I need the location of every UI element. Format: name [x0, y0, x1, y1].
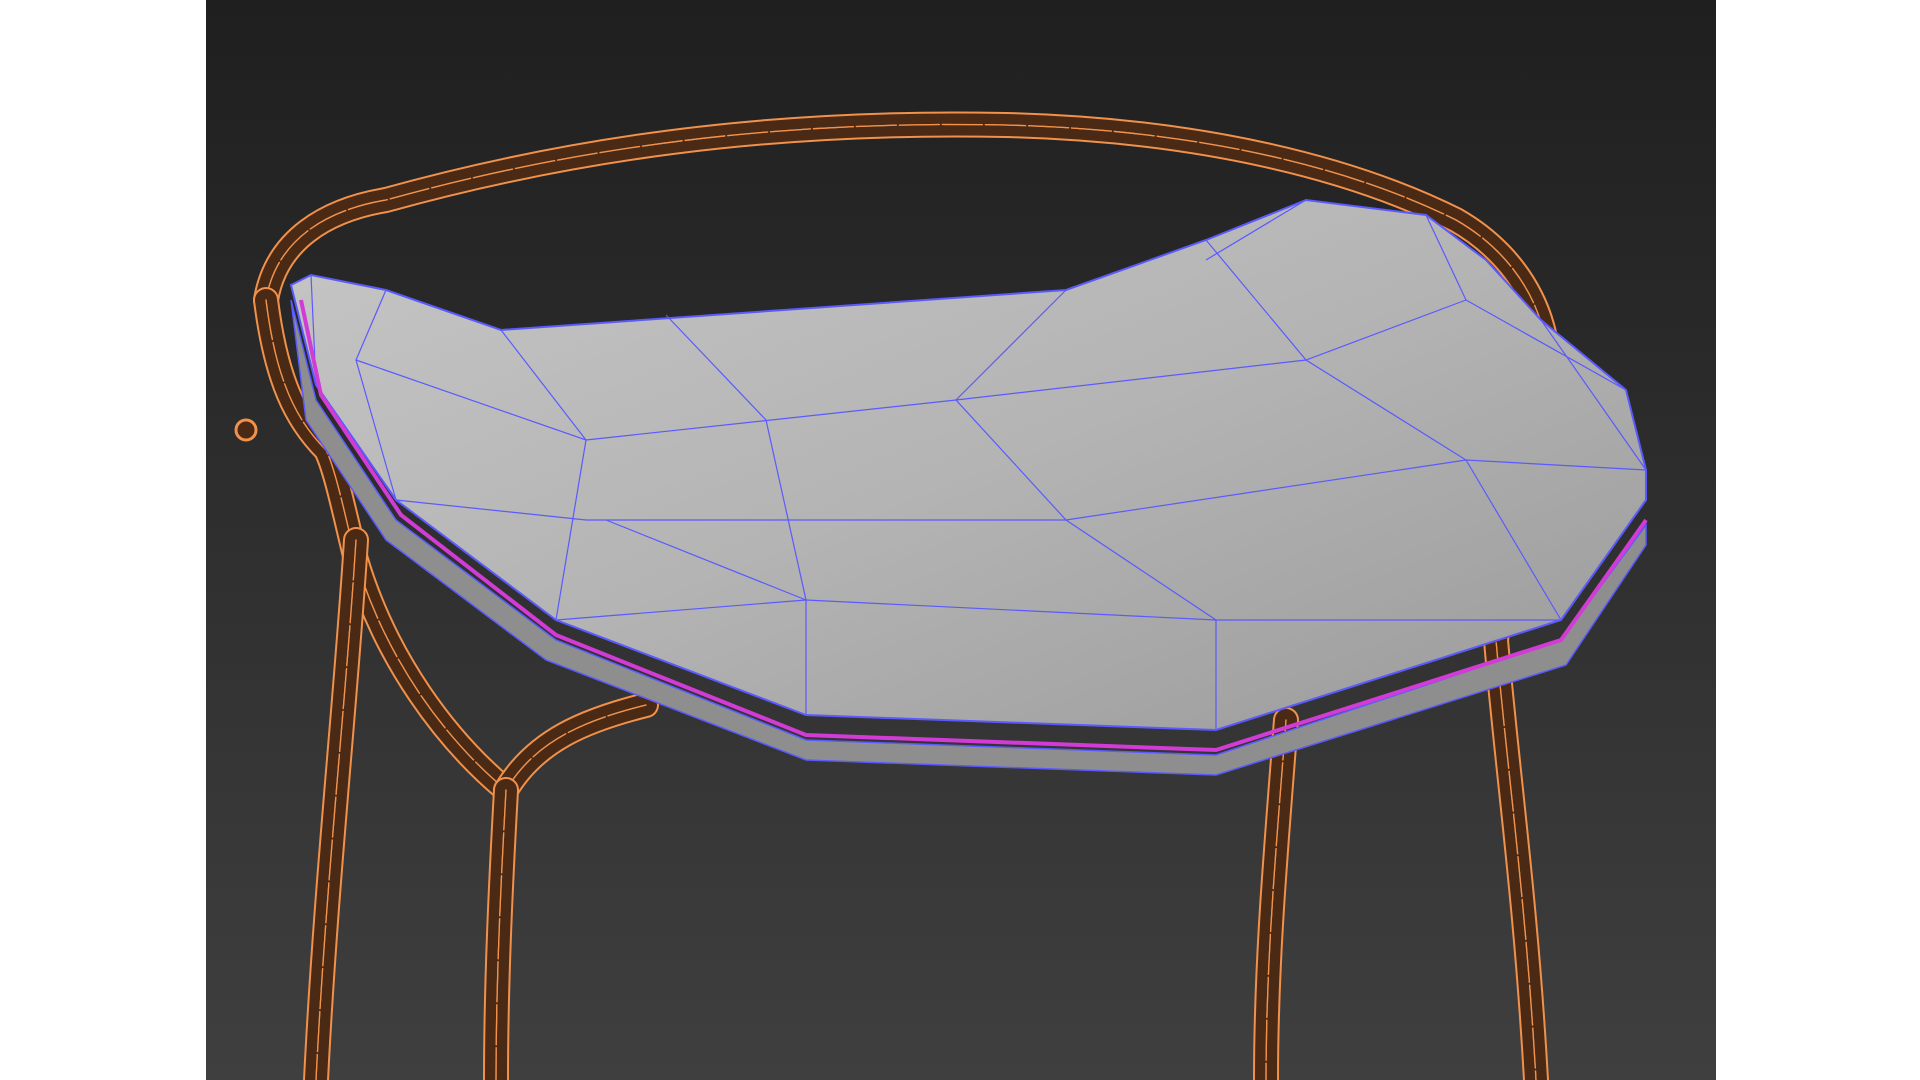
screenshot-frame [0, 0, 1920, 1080]
3d-viewport[interactable] [206, 0, 1716, 1080]
viewport-scene[interactable] [206, 0, 1716, 1080]
left-knob[interactable] [234, 418, 258, 442]
tube-core [485, 779, 517, 1080]
